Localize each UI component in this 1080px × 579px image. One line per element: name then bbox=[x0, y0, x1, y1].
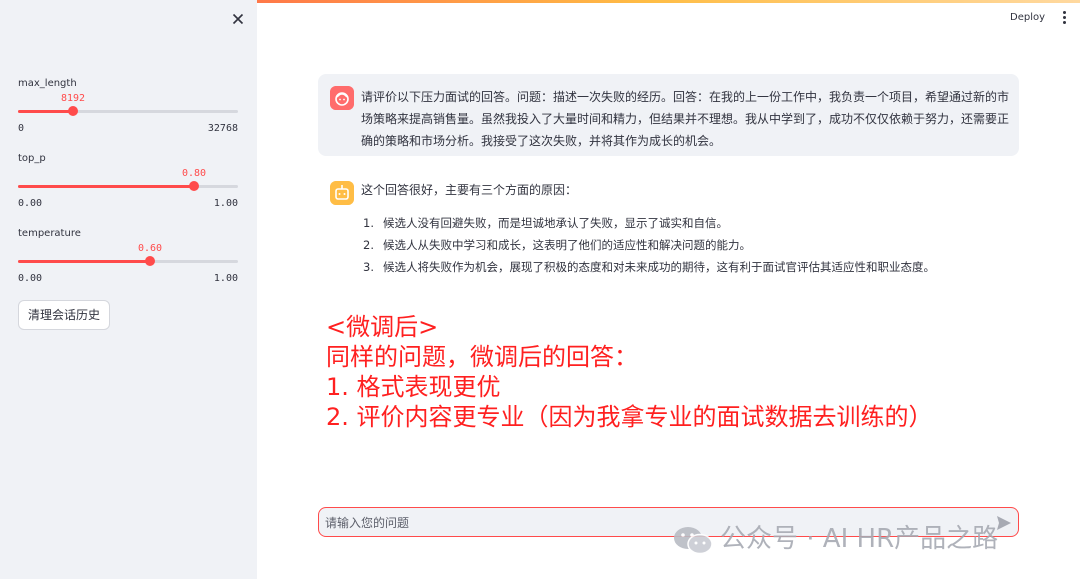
slider-top-p: top_p 0.80 0.00 1.00 bbox=[18, 153, 238, 223]
deploy-button[interactable]: Deploy bbox=[1010, 12, 1045, 23]
list-number: 3. bbox=[363, 260, 374, 274]
slider-label: temperature bbox=[18, 228, 81, 239]
slider-label: top_p bbox=[18, 153, 46, 164]
annotation: <微调后> 同样的问题，微调后的回答： 1. 格式表现更优 2. 评价内容更专业… bbox=[326, 312, 933, 432]
list-text: 候选人将失败作为机会，展现了积极的态度和对未来成功的期待，这有利于面试官评估其适… bbox=[383, 260, 935, 274]
slider-thumb[interactable] bbox=[68, 106, 78, 116]
slider-thumb[interactable] bbox=[145, 256, 155, 266]
user-message: 请评价以下压力面试的回答。问题：描述一次失败的经历。回答：在我的上一份工作中，我… bbox=[318, 74, 1019, 156]
watermark-text: 公众号 · AI HR产品之路 bbox=[720, 524, 999, 554]
slider-min: 0 bbox=[18, 123, 25, 134]
list-number: 1. bbox=[363, 216, 374, 230]
list-number: 2. bbox=[363, 238, 374, 252]
slider-fill bbox=[18, 185, 194, 188]
assistant-points: 1. 候选人没有回避失败，而是坦诚地承认了失败，显示了诚实和自信。 2. 候选人从失… bbox=[361, 212, 1011, 278]
sidebar: max_length 8192 0 32768 top_p 0.80 0.00 … bbox=[0, 0, 257, 579]
slider-fill bbox=[18, 260, 150, 263]
slider-label: max_length bbox=[18, 78, 77, 89]
list-item: 2. 候选人从失败中学习和成长，这表明了他们的适应性和解决问题的能力。 bbox=[361, 234, 1011, 256]
slider-value: 0.60 bbox=[137, 243, 163, 254]
assistant-message: 这个回答很好，主要有三个方面的原因： 1. 候选人没有回避失败，而是坦诚地承认了失… bbox=[318, 178, 1019, 288]
slider-thumb[interactable] bbox=[189, 181, 199, 191]
slider-fill bbox=[18, 110, 73, 113]
more-vert-icon[interactable] bbox=[1059, 11, 1069, 25]
slider-track[interactable] bbox=[18, 110, 238, 113]
slider-track[interactable] bbox=[18, 260, 238, 263]
slider-value: 8192 bbox=[60, 93, 86, 104]
slider-min: 0.00 bbox=[18, 198, 43, 209]
slider-temperature: temperature 0.60 0.00 1.00 bbox=[18, 228, 238, 298]
bot-avatar-icon bbox=[330, 181, 354, 205]
annotation-line: 2. 评价内容更专业（因为我拿专业的面试数据去训练的） bbox=[326, 403, 933, 431]
list-item: 3. 候选人将失败作为机会，展现了积极的态度和对未来成功的期待，这有利于面试官评估… bbox=[361, 256, 1011, 278]
assistant-intro: 这个回答很好，主要有三个方面的原因： bbox=[361, 183, 578, 197]
annotation-line: <微调后> bbox=[326, 313, 439, 341]
user-message-text: 请评价以下压力面试的回答。问题：描述一次失败的经历。回答：在我的上一份工作中，我… bbox=[361, 90, 1010, 148]
list-text: 候选人从失败中学习和成长，这表明了他们的适应性和解决问题的能力。 bbox=[383, 238, 751, 252]
slider-max: 32768 bbox=[207, 123, 238, 134]
slider-track[interactable] bbox=[18, 185, 238, 188]
slider-max: 1.00 bbox=[213, 273, 238, 284]
list-item: 1. 候选人没有回避失败，而是坦诚地承认了失败，显示了诚实和自信。 bbox=[361, 212, 1011, 234]
watermark: 公众号 · AI HR产品之路 bbox=[672, 518, 998, 556]
wechat-icon bbox=[674, 526, 713, 554]
slider-max-length: max_length 8192 0 32768 bbox=[18, 78, 238, 148]
slider-max: 1.00 bbox=[213, 198, 238, 209]
clear-history-button[interactable]: 清理会话历史 bbox=[18, 300, 111, 330]
slider-min: 0.00 bbox=[18, 273, 43, 284]
close-icon[interactable] bbox=[230, 11, 246, 27]
list-text: 候选人没有回避失败，而是坦诚地承认了失败，显示了诚实和自信。 bbox=[383, 216, 728, 230]
annotation-line: 同样的问题，微调后的回答： bbox=[326, 343, 638, 371]
slider-value: 0.80 bbox=[181, 168, 207, 179]
user-avatar-icon bbox=[330, 86, 354, 110]
annotation-line: 1. 格式表现更优 bbox=[326, 373, 501, 401]
